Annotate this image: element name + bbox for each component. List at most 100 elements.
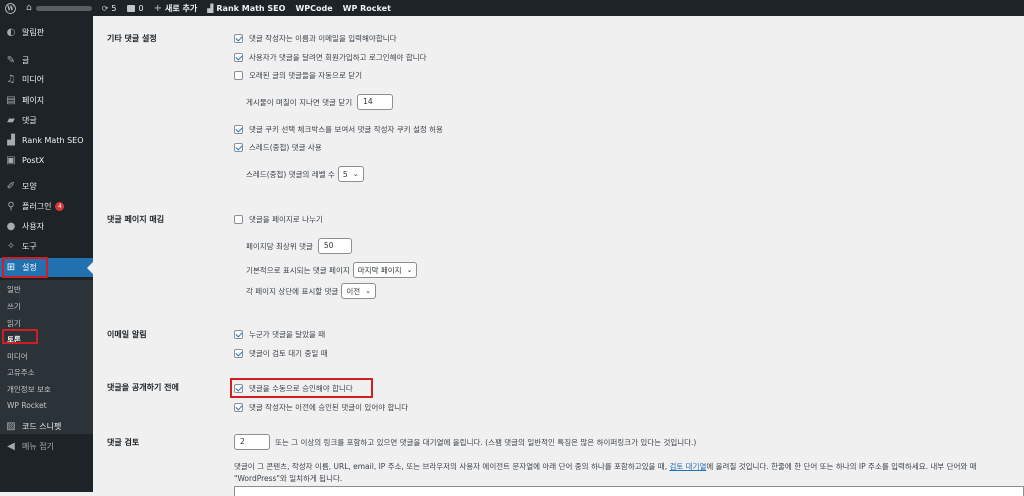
submenu-media[interactable]: 미디어 (7, 351, 28, 362)
option-label: 댓글이 검토 대기 중일 때 (249, 349, 328, 358)
option-previously-approved[interactable]: 댓글 작성자는 이전에 승인된 댓글이 있어야 합니다 (234, 402, 408, 413)
new-content-link[interactable]: + 새로 추가 (149, 0, 203, 16)
description-text: 댓글이 그 콘텐츠, 작성자 이름, URL, email, IP 주소, 또는… (234, 462, 670, 471)
close-days-label: 게시물이 며칠이 지나면 댓글 닫기 (246, 97, 353, 107)
option-cookies-opt-in[interactable]: 댓글 쿠키 선택 체크박스를 보여서 댓글 작성자 쿠키 설정 허용 (234, 124, 443, 135)
sidebar-item-label: 플러그인 (22, 202, 52, 211)
checkbox-unchecked[interactable] (234, 71, 243, 80)
comments-per-page-row: 페이지당 최상위 댓글 50 (246, 238, 352, 254)
refresh-icon: ⟳ (101, 3, 109, 13)
sidebar-item-dashboard[interactable]: ◐ 알림판 (0, 23, 93, 42)
new-label: 새로 추가 (165, 3, 198, 13)
sidebar-item-pages[interactable]: ▤ 페이지 (0, 91, 93, 110)
section-title-pagination: 댓글 페이지 매김 (107, 215, 165, 224)
page-icon: ▤ (6, 95, 16, 106)
submenu-general[interactable]: 일반 (7, 284, 21, 295)
thread-depth-label: 스레드(중첩) 댓글의 레벨 수 (246, 169, 335, 179)
option-manual-approval[interactable]: 댓글을 수동으로 승인해야 합니다 (234, 383, 353, 394)
checkbox-checked[interactable] (234, 330, 243, 339)
checkbox-checked[interactable] (234, 403, 243, 412)
section-title-comment-moderation: 댓글 검토 (107, 438, 140, 447)
sidebar-item-tools[interactable]: ✧ 도구 (0, 237, 93, 256)
plugin-icon: ⚲ (7, 201, 15, 212)
checkbox-checked[interactable] (234, 34, 243, 43)
option-label: 댓글 작성자는 이전에 승인된 댓글이 있어야 합니다 (249, 403, 409, 412)
thread-depth-select[interactable]: 5 ⌄ (337, 166, 364, 182)
checkbox-checked[interactable] (234, 125, 243, 134)
site-name-link[interactable]: ⌂ (21, 0, 97, 16)
option-label: 오래된 글의 댓글들을 자동으로 닫기 (249, 71, 363, 80)
checkbox-unchecked[interactable] (234, 215, 243, 224)
wpcode-label: WPCode (295, 3, 333, 13)
checkbox-checked[interactable] (234, 143, 243, 152)
admin-bar: W ⌂ ⟳ 5 0 + 새로 추가 ▟ Rank Math SEO WPCode WP… (0, 0, 1024, 16)
comment-order-label: 각 페이지 상단에 표시할 댓글 (246, 286, 339, 296)
sidebar-item-code-snippets[interactable]: ▨ 코드 스니펫 (0, 417, 93, 436)
rank-math-link[interactable]: ▟ Rank Math SEO (202, 0, 290, 16)
option-page-comments[interactable]: 댓글을 페이지로 나누기 (234, 214, 323, 225)
chevron-down-icon: ⌄ (406, 266, 413, 274)
wordpress-logo-icon[interactable]: W (0, 0, 21, 16)
comments-per-page-label: 페이지당 최상위 댓글 (246, 241, 313, 251)
sidebar-item-label: 모양 (22, 182, 37, 191)
submenu-reading[interactable]: 읽기 (7, 318, 21, 329)
chevron-down-icon: ⌄ (365, 287, 372, 295)
media-icon: ♫ (6, 74, 16, 85)
sidebar-item-label: 도구 (22, 242, 37, 251)
option-label: 댓글 작성자는 이름과 이메일을 입력해야합니다 (249, 34, 397, 43)
sidebar-item-comments[interactable]: ▰ 댓글 (0, 111, 93, 130)
submenu-discussion[interactable]: 토론 (7, 334, 21, 345)
wp-rocket-link[interactable]: WP Rocket (338, 0, 396, 16)
sidebar-item-label: 페이지 (22, 96, 45, 105)
option-label: 댓글을 수동으로 승인해야 합니다 (249, 384, 353, 393)
sidebar-item-settings[interactable]: ⊞ 설정 (0, 258, 93, 277)
checkbox-checked[interactable] (234, 53, 243, 62)
option-notify-on-moderation[interactable]: 댓글이 검토 대기 중일 때 (234, 348, 328, 359)
moderation-queue-link[interactable]: 검토 대기열 (669, 462, 706, 471)
sidebar-item-rank-math[interactable]: ▟ Rank Math SEO (0, 131, 93, 150)
option-require-registration[interactable]: 사용자가 댓글을 달려면 회원가입하고 로그인해야 합니다 (234, 52, 427, 63)
sidebar-item-appearance[interactable]: ✐ 모양 (0, 177, 93, 196)
sidebar-item-label: PostX (22, 156, 45, 165)
checkbox-checked[interactable] (234, 384, 243, 393)
submenu-permalinks[interactable]: 고유주소 (7, 367, 35, 378)
moderation-description-line2: "WordPress"와 일치하게 됩니다. (234, 474, 343, 483)
option-notify-on-comment[interactable]: 누군가 댓글을 달았을 때 (234, 329, 325, 340)
sidebar-item-label: 사용자 (22, 222, 45, 231)
code-icon: ▨ (6, 421, 16, 432)
close-days-input[interactable]: 14 (357, 94, 394, 110)
sidebar-item-label: 미디어 (22, 75, 45, 84)
chevron-down-icon: ⌄ (352, 170, 359, 178)
option-close-old-comments[interactable]: 오래된 글의 댓글들을 자동으로 닫기 (234, 70, 362, 81)
option-threaded-comments[interactable]: 스레드(중첩) 댓글 사용 (234, 142, 322, 153)
wp-rocket-label: WP Rocket (342, 3, 391, 13)
rank-math-label: Rank Math SEO (216, 3, 286, 13)
blurred-site-name (35, 5, 92, 11)
moderation-keys-textarea[interactable] (234, 486, 1024, 496)
moderation-description: 댓글이 그 콘텐츠, 작성자 이름, URL, email, IP 주소, 또는… (234, 461, 977, 472)
submenu-wp-rocket[interactable]: WP Rocket (7, 401, 47, 410)
comments-per-page-input[interactable]: 50 (317, 238, 352, 254)
collapse-menu-button[interactable]: ◀ 메뉴 접기 (0, 437, 93, 456)
comment-icon: ▰ (7, 115, 15, 126)
sidebar-item-label: 댓글 (22, 116, 37, 125)
plugins-update-badge: 4 (55, 202, 65, 211)
option-label: 댓글을 페이지로 나누기 (249, 215, 323, 224)
updates-link[interactable]: ⟳ 5 (97, 0, 122, 16)
submenu-privacy[interactable]: 개인정보 보호 (7, 384, 51, 395)
submenu-writing[interactable]: 쓰기 (7, 301, 21, 312)
select-value: 5 (342, 169, 348, 179)
checkbox-checked[interactable] (234, 349, 243, 358)
default-page-select[interactable]: 마지막 페이지 ⌄ (352, 262, 418, 278)
sidebar-item-media[interactable]: ♫ 미디어 (0, 70, 93, 89)
sidebar-item-plugins[interactable]: ⚲ 플러그인 4 (0, 197, 93, 216)
option-require-name-email[interactable]: 댓글 작성자는 이름과 이메일을 입력해야합니다 (234, 33, 397, 44)
comments-link[interactable]: 0 (122, 0, 149, 16)
wpcode-link[interactable]: WPCode (290, 0, 337, 16)
moderation-links-input[interactable]: 2 (234, 434, 270, 450)
sidebar-item-users[interactable]: ● 사용자 (0, 217, 93, 236)
sidebar-item-postx[interactable]: ▣ PostX (0, 151, 93, 170)
sidebar-item-posts[interactable]: ✎ 글 (0, 51, 93, 70)
comment-order-select[interactable]: 이전 ⌄ (341, 283, 377, 299)
settings-icon: ⊞ (6, 262, 16, 273)
